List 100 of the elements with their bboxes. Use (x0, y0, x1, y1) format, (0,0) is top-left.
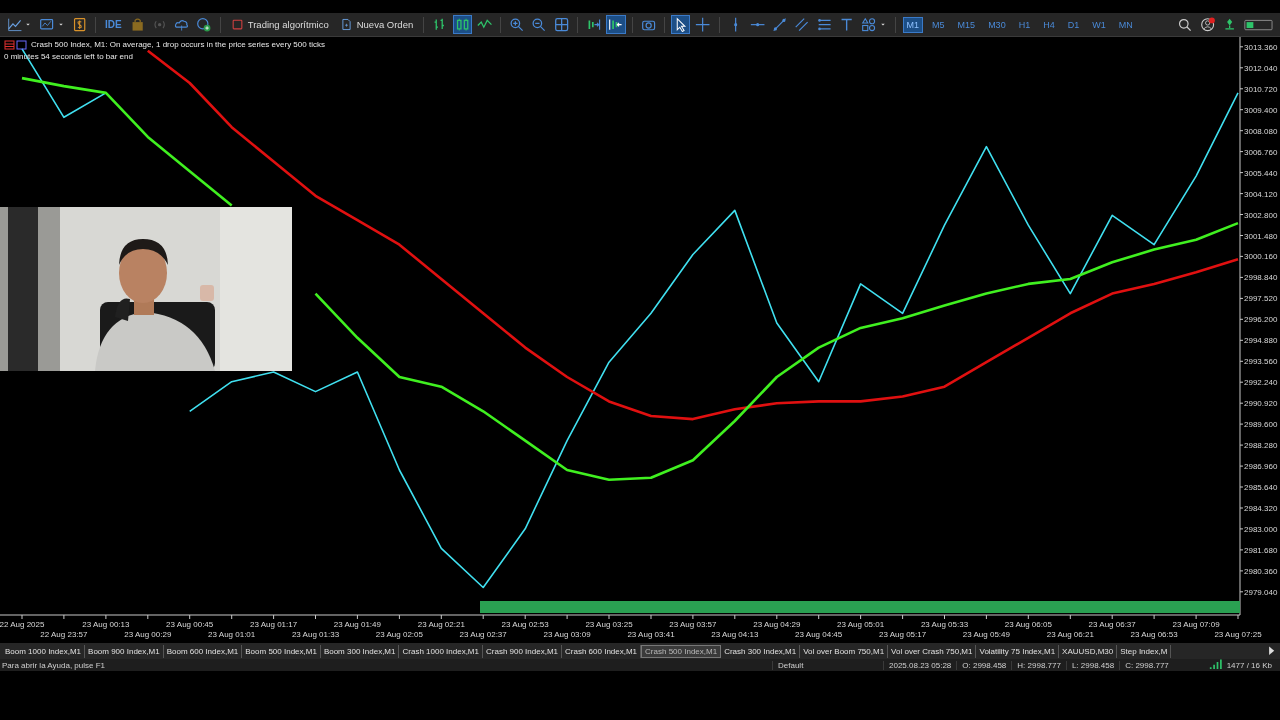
x-tick-label: 23 Aug 00:29 (124, 630, 172, 639)
price-label: 3013.360 (1239, 42, 1278, 52)
symbol-tab[interactable]: Step Index,M (1117, 644, 1172, 658)
price-label: 3008.080 (1239, 126, 1278, 136)
price-label: 2980.360 (1239, 566, 1278, 576)
time-label: 22 Aug 2025 (0, 614, 45, 629)
timeframe-button[interactable]: H1 (1014, 16, 1035, 33)
timeframe-button[interactable]: M5 (928, 16, 949, 33)
time-label: 23 Aug 05:33 (920, 614, 969, 629)
x-tick-label: 23 Aug 04:13 (711, 630, 759, 639)
symbol-tab[interactable]: Boom 500 Index,M1 (242, 644, 321, 658)
timeframe-button[interactable]: D1 (1063, 16, 1084, 33)
x-tick-label: 23 Aug 06:53 (1130, 630, 1179, 639)
x-tick-label: 23 Aug 06:37 (1088, 620, 1137, 629)
x-tick-label: 23 Aug 07:09 (1172, 620, 1221, 629)
x-tick-label: 23 Aug 05:17 (879, 630, 927, 639)
price-label: 2984.320 (1239, 504, 1278, 513)
time-label: 23 Aug 01:17 (250, 614, 298, 629)
price-label: 2992.240 (1239, 378, 1278, 388)
x-tick-label: 23 Aug 00:45 (166, 620, 214, 629)
symbol-tab[interactable]: Vol over Boom 750,M1 (800, 644, 889, 658)
price-label: 2996.200 (1239, 315, 1278, 325)
x-tick-label: 23 Aug 04:45 (795, 630, 843, 639)
price-label: 2998.840 (1239, 273, 1278, 283)
ide-button[interactable]: IDE (102, 19, 124, 30)
price-label: 2983.000 (1239, 524, 1278, 534)
timeframe-button[interactable]: M1 (902, 16, 924, 33)
crosshair-icon[interactable] (694, 15, 712, 34)
x-tick-label: 23 Aug 04:29 (753, 620, 801, 629)
shapes-icon[interactable] (860, 15, 878, 34)
grid-icon[interactable] (552, 15, 570, 34)
x-tick-label: 23 Aug 03:57 (669, 620, 718, 629)
price-label: 2989.600 (1239, 420, 1278, 430)
symbol-tab[interactable]: Boom 1000 Index,M1 (2, 644, 86, 658)
x-tick-label: 23 Aug 02:05 (375, 630, 424, 639)
x-tick-label: 22 Aug 2025 (0, 620, 46, 629)
time-label: 23 Aug 02:21 (417, 614, 465, 629)
timeframe-button[interactable]: H4 (1039, 16, 1059, 33)
x-tick-label: 23 Aug 05:33 (920, 620, 969, 629)
symbol-tab[interactable]: Boom 600 Index,M1 (163, 644, 243, 658)
globe-plus-icon[interactable] (195, 15, 213, 34)
x-tick-label: 23 Aug 01:49 (333, 620, 382, 629)
new-order-button[interactable]: Nueva Orden (336, 18, 417, 31)
x-tick-label: 23 Aug 01:17 (250, 620, 298, 629)
timeframe-button[interactable]: MN (1114, 16, 1137, 33)
price-label: 2993.560 (1239, 357, 1278, 367)
x-tick-label: 23 Aug 03:25 (585, 620, 634, 629)
timeframe-button[interactable]: M30 (984, 16, 1010, 33)
time-label: 23 Aug 00:13 (82, 614, 130, 629)
high-price: H: 2998.777 (1011, 660, 1066, 670)
open-price: O: 2998.458 (956, 660, 1012, 670)
price-label: 3012.040 (1239, 63, 1278, 73)
price-label: 2988.280 (1239, 441, 1278, 451)
zoom-in-icon[interactable] (508, 15, 526, 34)
price-label: 2981.680 (1239, 545, 1278, 555)
symbol-tab[interactable]: Crash 1000 Index,M1 (399, 644, 483, 658)
x-tick-label: 23 Aug 02:21 (417, 620, 466, 629)
time-label: 23 Aug 00:45 (166, 614, 214, 629)
price-label: 3002.800 (1239, 210, 1278, 220)
order-icon (339, 18, 353, 31)
price-label: 2997.520 (1239, 294, 1278, 304)
chart-buttons-icon[interactable] (4, 39, 28, 50)
x-tick-label: 23 Aug 03:41 (627, 630, 676, 639)
user-icon[interactable] (1198, 15, 1216, 34)
price-label: 2979.040 (1239, 587, 1278, 597)
symbol-tab[interactable]: XAUUSD,M30 (1059, 644, 1118, 658)
candlestick-icon[interactable] (453, 15, 471, 34)
x-tick-label: 23 Aug 02:53 (501, 620, 550, 629)
symbol-tab[interactable]: Crash 500 Index,M1 (641, 644, 722, 658)
x-tick-label: 23 Aug 06:05 (1004, 620, 1053, 629)
x-tick-label: 23 Aug 02:37 (459, 630, 508, 639)
algo-trading-button[interactable]: Trading algorítmico (227, 18, 332, 31)
symbol-tab[interactable]: Vol over Crash 750,M1 (888, 644, 977, 658)
price-label: 2985.640 (1239, 483, 1278, 492)
zoom-out-icon[interactable] (530, 15, 548, 34)
low-price: L: 2998.458 (1065, 660, 1120, 670)
timeframe-button[interactable]: W1 (1088, 16, 1110, 33)
x-tick-label: 23 Aug 07:25 (1214, 630, 1263, 639)
price-label: 2986.960 (1239, 462, 1278, 472)
symbol-tab[interactable]: Boom 300 Index,M1 (320, 644, 400, 658)
time-label: 23 Aug 03:25 (585, 614, 633, 629)
timeframe-button[interactable]: M15 (953, 16, 980, 33)
symbol-tab[interactable]: Crash 300 Index,M1 (721, 644, 801, 658)
chart-shift-icon[interactable] (607, 15, 625, 34)
profile-name: Default (772, 660, 883, 670)
symbol-tab[interactable]: Boom 900 Index,M1 (85, 644, 164, 658)
price-label: 2990.920 (1239, 399, 1278, 409)
channel-icon[interactable] (793, 15, 811, 34)
time-label: 23 Aug 03:57 (669, 614, 717, 629)
price-label: 3005.440 (1239, 168, 1278, 178)
symbol-tab[interactable]: Crash 900 Index,M1 (483, 644, 563, 658)
time-label: 23 Aug 06:05 (1004, 614, 1052, 629)
price-label: 3000.160 (1239, 252, 1278, 262)
time-label: 23 Aug 02:53 (501, 614, 549, 629)
time-label: 23 Aug 06:37 (1088, 614, 1136, 629)
help-hint: Para abrir la Ayuda, pulse F1 (1, 660, 107, 670)
x-tick-label: 23 Aug 01:33 (291, 630, 340, 639)
symbol-tab[interactable]: Volatility 75 Index,M1 (976, 644, 1060, 658)
x-tick-label: 22 Aug 23:57 (40, 630, 89, 639)
cursor-icon[interactable] (671, 15, 690, 34)
